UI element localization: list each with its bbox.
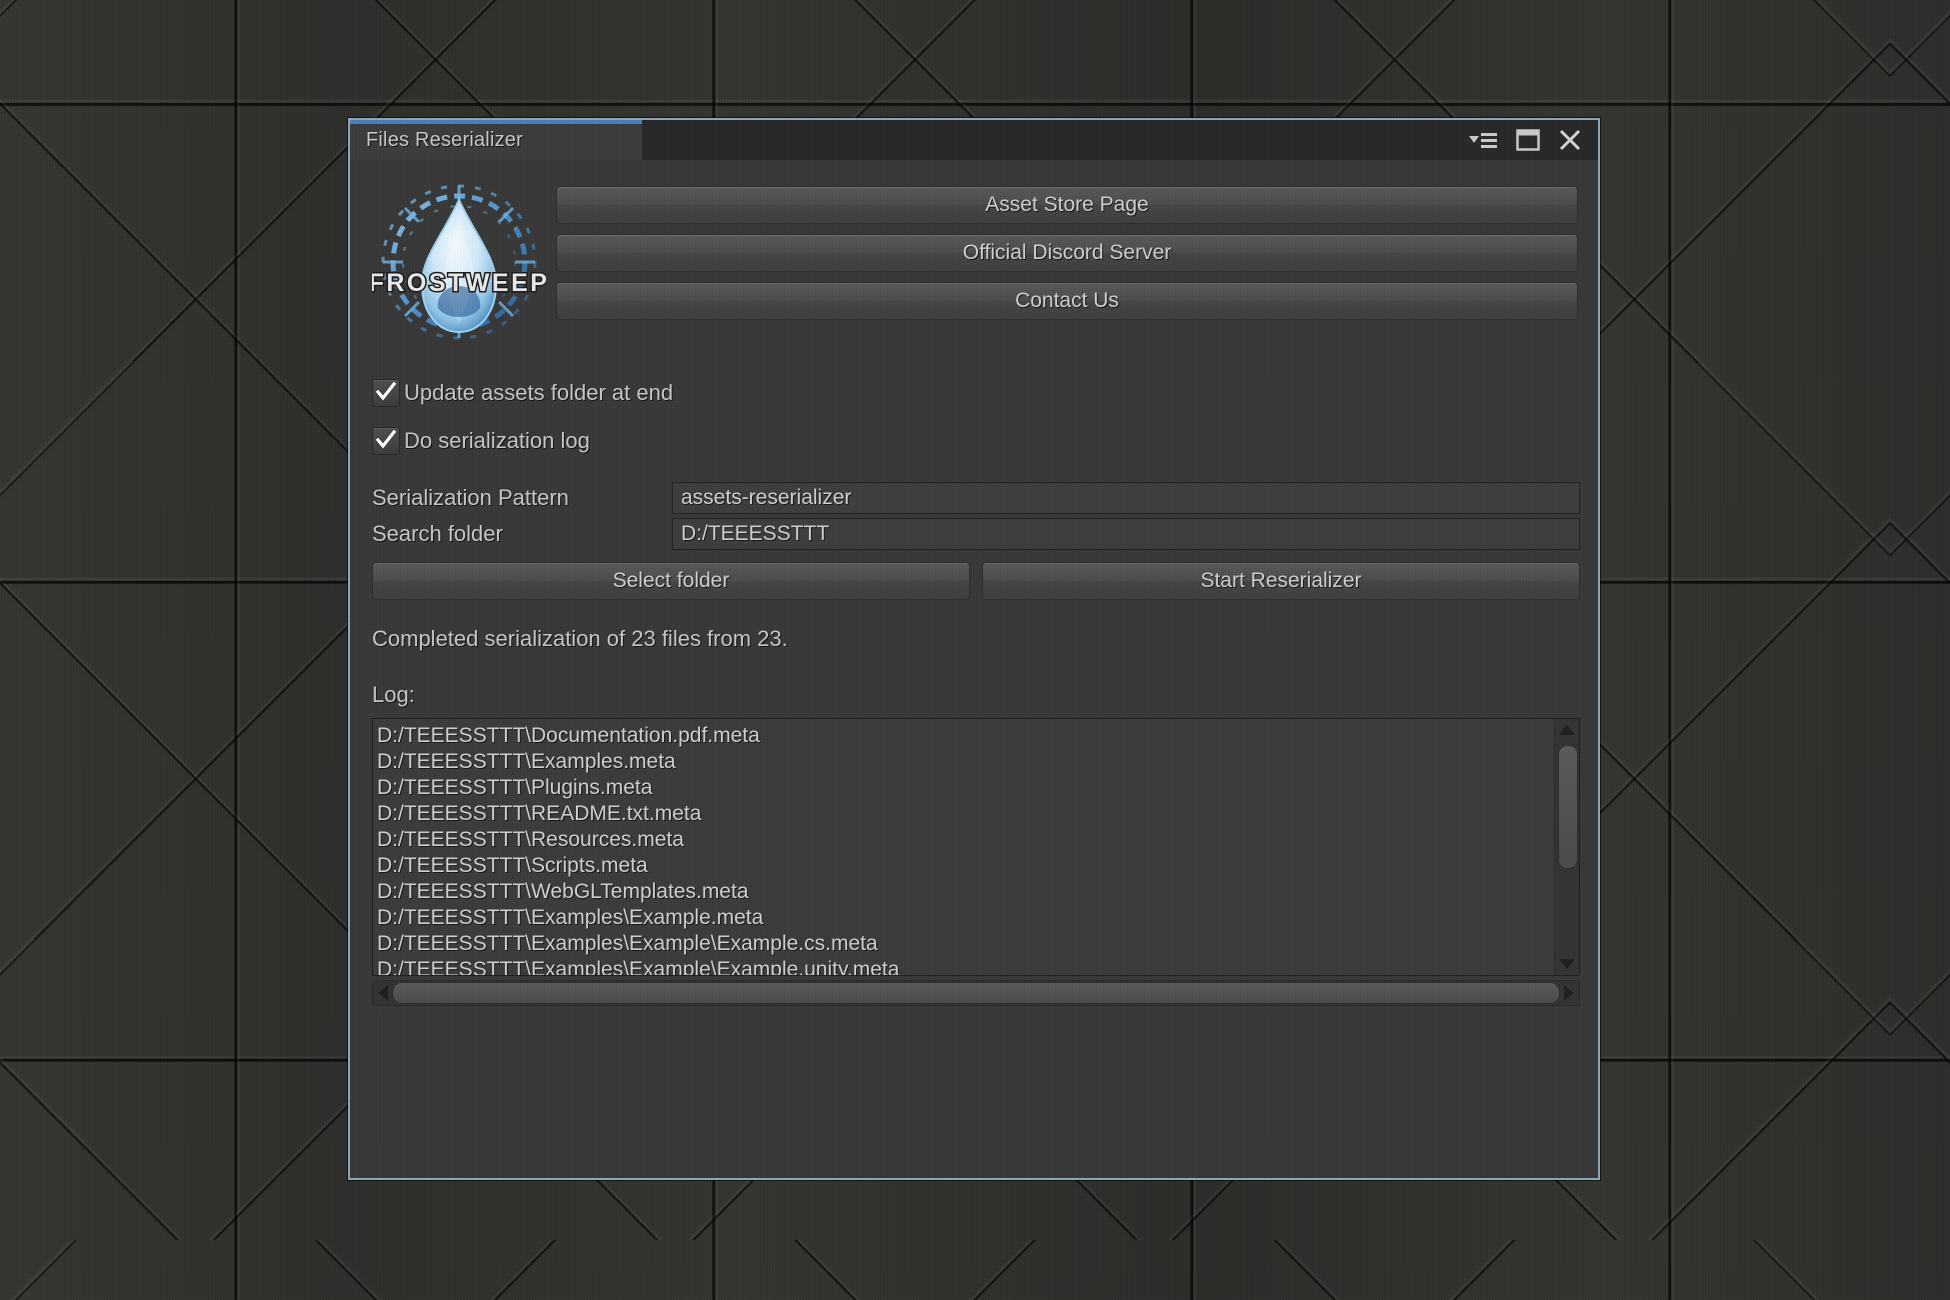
frostweep-logo: FROSTWEEP — [367, 174, 548, 350]
log-line: D:/TEEESSTTT\Scripts.meta — [377, 854, 648, 877]
log-line: D:/TEEESSTTT\Examples\Example\Example.un… — [377, 958, 900, 975]
field-row-serialization-pattern: Serialization Pattern assets-reserialize… — [372, 480, 1580, 516]
window-tab-bar: Files Reserializer — [350, 120, 1598, 160]
option-label-update-assets-folder: Update assets folder at end — [404, 380, 674, 405]
log-line: D:/TEEESSTTT\Examples\Example.meta — [377, 906, 764, 929]
log-line: D:/TEEESSTTT\Plugins.meta — [377, 776, 653, 799]
svg-text:FROSTWEEP: FROSTWEEP — [372, 269, 546, 297]
log-title: Log: — [372, 682, 415, 707]
files-reserializer-window: Files Reserializer FROSTWEEP Asset Store… — [348, 118, 1600, 1180]
checkbox-update-assets-folder[interactable] — [372, 379, 400, 407]
status-text: Completed serialization of 23 files from… — [372, 626, 788, 651]
scroll-up-arrow-icon[interactable] — [1559, 725, 1575, 735]
tab-files-reserializer[interactable]: Files Reserializer — [350, 120, 642, 160]
tab-active-accent — [350, 120, 642, 124]
horizontal-scroll-thumb[interactable] — [392, 982, 1560, 1004]
contact-us-button[interactable]: Contact Us — [556, 282, 1578, 320]
official-discord-server-button[interactable]: Official Discord Server — [556, 234, 1578, 272]
log-line: D:/TEEESSTTT\Resources.meta — [377, 828, 684, 851]
check-icon — [375, 429, 397, 449]
log-line: D:/TEEESSTTT\WebGLTemplates.meta — [377, 880, 749, 903]
option-label-do-serialization-log: Do serialization log — [404, 428, 590, 453]
close-icon[interactable] — [1558, 128, 1582, 152]
select-folder-button[interactable]: Select folder — [372, 562, 970, 600]
start-reserializer-button[interactable]: Start Reserializer — [982, 562, 1580, 600]
action-buttons: Select folder Start Reserializer — [372, 562, 1580, 600]
frostweep-wordmark: FROSTWEEP — [367, 268, 548, 299]
log-content[interactable]: D:/TEEESSTTT\Documentation.pdf.meta D:/T… — [373, 719, 1554, 975]
window-body: FROSTWEEP Asset Store Page Official Disc… — [350, 160, 1598, 1006]
check-icon — [375, 381, 397, 401]
scroll-left-arrow-icon[interactable] — [378, 985, 388, 1001]
log-line: D:/TEEESSTTT\Examples\Example\Example.cs… — [377, 932, 878, 955]
fields-group: Serialization Pattern assets-reserialize… — [372, 480, 1580, 552]
tab-bar-filler — [642, 120, 1468, 160]
editor-desktop-background: Files Reserializer FROSTWEEP Asset Store… — [0, 0, 1950, 1300]
log-horizontal-scrollbar[interactable] — [372, 980, 1580, 1006]
maximize-icon[interactable] — [1516, 128, 1540, 152]
label-search-folder: Search folder — [372, 521, 503, 546]
scroll-right-arrow-icon[interactable] — [1564, 985, 1574, 1001]
window-controls — [1468, 120, 1598, 160]
options-menu-icon[interactable] — [1468, 129, 1498, 151]
search-folder-input[interactable]: D:/TEEESSTTT — [672, 518, 1580, 550]
log-vertical-scrollbar[interactable] — [1554, 719, 1579, 975]
vertical-scroll-thumb[interactable] — [1558, 745, 1578, 869]
log-line: D:/TEEESSTTT\README.txt.meta — [377, 802, 702, 825]
header-row: FROSTWEEP Asset Store Page Official Disc… — [367, 160, 1580, 350]
tab-label: Files Reserializer — [366, 128, 523, 151]
checkbox-do-serialization-log[interactable] — [372, 427, 400, 455]
serialization-pattern-input[interactable]: assets-reserializer — [672, 482, 1580, 514]
asset-store-page-button[interactable]: Asset Store Page — [556, 186, 1578, 224]
external-links: Asset Store Page Official Discord Server… — [556, 174, 1580, 320]
option-do-serialization-log[interactable]: Do serialization log — [372, 424, 1580, 458]
scroll-down-arrow-icon[interactable] — [1559, 959, 1575, 969]
field-row-search-folder: Search folder D:/TEEESSTTT — [372, 516, 1580, 552]
log-line: D:/TEEESSTTT\Examples.meta — [377, 750, 676, 773]
log-line: D:/TEEESSTTT\Documentation.pdf.meta — [377, 724, 760, 747]
log-scroll-view: D:/TEEESSTTT\Documentation.pdf.meta D:/T… — [372, 718, 1580, 976]
label-serialization-pattern: Serialization Pattern — [372, 485, 569, 510]
option-update-assets-folder[interactable]: Update assets folder at end — [372, 376, 1580, 410]
